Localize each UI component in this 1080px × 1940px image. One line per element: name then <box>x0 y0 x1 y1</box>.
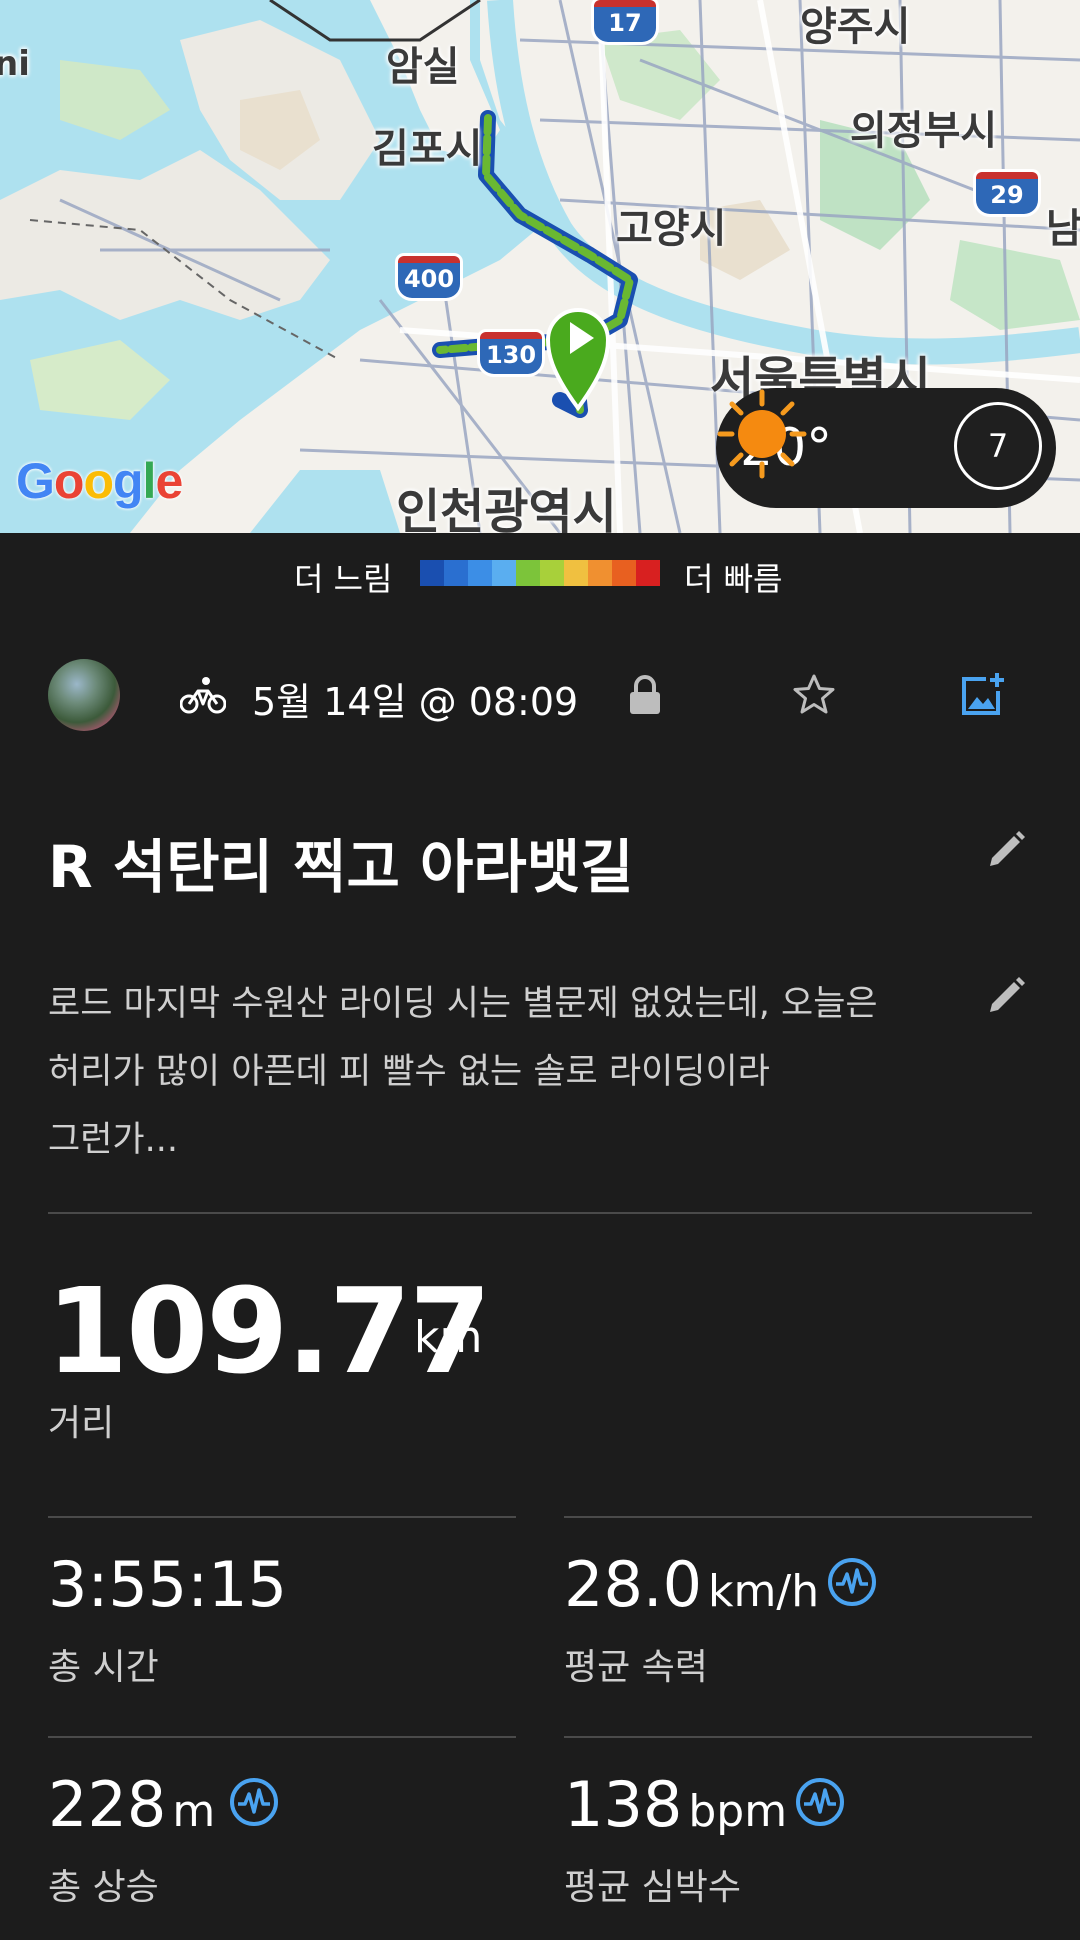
description-line-3: 그런가... <box>48 1120 178 1160</box>
star-icon[interactable] <box>792 673 836 715</box>
legend-color-segment <box>636 560 660 586</box>
description-line-2: 허리가 많이 아픈데 피 빨수 없는 솔로 라이딩이라 <box>48 1052 770 1092</box>
avg-speed-label: 평균 속력 <box>564 1647 708 1688</box>
edit-title-pencil-icon[interactable] <box>986 828 1028 870</box>
avatar[interactable] <box>48 659 120 731</box>
activity-date: 5월 14일 @ 08:09 <box>252 680 579 724</box>
legend-color-segment <box>588 560 612 586</box>
stat-divider <box>48 1516 516 1518</box>
lock-icon[interactable] <box>628 675 662 715</box>
legend-color-segment <box>492 560 516 586</box>
total-ascent-unit: m <box>172 1786 216 1837</box>
stat-divider <box>48 1736 516 1738</box>
add-photo-icon[interactable] <box>960 671 1006 717</box>
weather-widget[interactable]: 20° 7 <box>716 388 1056 508</box>
activity-info-row: 5월 14일 @ 08:09 <box>0 655 1080 735</box>
activity-title: R 석탄리 찍고 아라뱃길 <box>48 833 634 901</box>
map-label-nam: 남 <box>1046 206 1080 252</box>
legend-color-segment <box>468 560 492 586</box>
route-map[interactable]: 암실 김포시 고양시 의정부시 양주시 서울특별시 인천광역시 남 ni 17 … <box>0 0 1080 533</box>
route-shield-17: 17 <box>594 0 656 42</box>
total-time-label: 총 시간 <box>48 1647 159 1688</box>
map-label-goyang: 고양시 <box>616 206 727 252</box>
total-time-value: 3:55:15 <box>48 1548 287 1621</box>
legend-color-segment <box>420 560 444 586</box>
heart-rate-chart-icon[interactable] <box>794 1776 846 1828</box>
distance-label: 거리 <box>48 1403 115 1444</box>
route-shield-29: 29 <box>976 172 1038 214</box>
map-label-amsil: 암실 <box>386 44 460 90</box>
route-shield-130: 130 <box>480 332 542 374</box>
wind-speed: 7 <box>987 427 1009 465</box>
activity-description: 로드 마지막 수원산 라이딩 시는 별문제 없었는데, 오늘은 허리가 많이 아… <box>48 970 948 1174</box>
legend-slow-label: 더 느림 <box>294 560 393 598</box>
map-label-gimpo: 김포시 <box>372 126 483 172</box>
avg-heart-rate-number: 138 <box>564 1768 683 1841</box>
legend-color-segment <box>540 560 564 586</box>
wind-indicator: 7 <box>954 402 1042 490</box>
legend-color-segment <box>612 560 636 586</box>
avg-speed-number: 28.0 <box>564 1548 703 1621</box>
avg-speed-unit: km/h <box>708 1566 820 1617</box>
stat-divider <box>564 1516 1032 1518</box>
legend-color-bar <box>420 560 660 586</box>
map-label-incheon: 인천광역시 <box>396 484 617 533</box>
edit-description-pencil-icon[interactable] <box>986 974 1028 1016</box>
pace-legend: 더 느림 더 빠름 <box>0 552 1080 598</box>
legend-color-segment <box>516 560 540 586</box>
total-time-number: 3:55:15 <box>48 1548 288 1621</box>
legend-color-segment <box>564 560 588 586</box>
section-divider <box>48 1212 1032 1214</box>
description-line-1: 로드 마지막 수원산 라이딩 시는 별문제 없었는데, 오늘은 <box>48 984 878 1024</box>
avg-heart-rate-value: 138 bpm <box>564 1768 787 1841</box>
sun-icon <box>717 389 807 479</box>
map-label-uijeongbu: 의정부시 <box>850 108 998 154</box>
total-ascent-number: 228 <box>48 1768 167 1841</box>
avg-heart-rate-unit: bpm <box>688 1786 788 1837</box>
route-shield-400: 400 <box>398 256 460 298</box>
avg-speed-value: 28.0 km/h <box>564 1548 819 1621</box>
map-label-yangju: 양주시 <box>800 4 911 50</box>
google-logo: Google <box>16 453 183 509</box>
map-label-ni: ni <box>0 44 30 84</box>
bicycle-icon <box>180 677 226 714</box>
distance-unit: km <box>414 1312 483 1363</box>
total-ascent-label: 총 상승 <box>48 1867 159 1908</box>
stat-divider <box>564 1736 1032 1738</box>
avg-heart-rate-label: 평균 심박수 <box>564 1867 742 1908</box>
legend-fast-label: 더 빠름 <box>684 560 783 598</box>
ascent-chart-icon[interactable] <box>228 1776 280 1828</box>
speed-chart-icon[interactable] <box>826 1556 878 1608</box>
legend-color-segment <box>444 560 468 586</box>
total-ascent-value: 228 m <box>48 1768 215 1841</box>
